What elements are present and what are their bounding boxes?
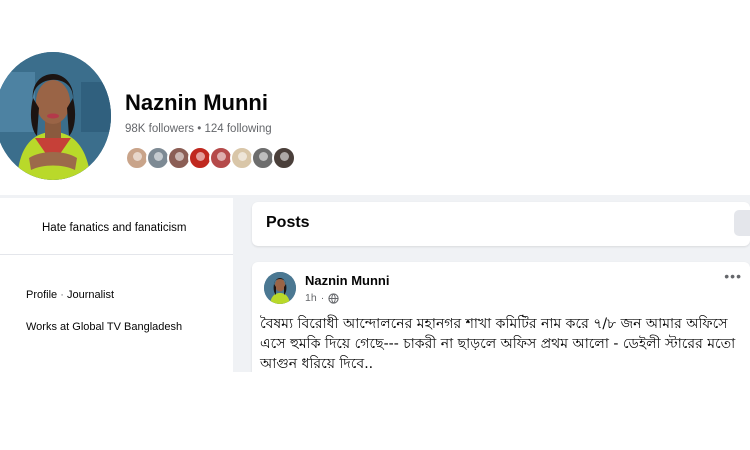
- post-meta: 1h ·: [305, 292, 339, 304]
- followers-count[interactable]: 98K followers: [125, 123, 194, 135]
- post-author-name[interactable]: Naznin Munni: [305, 273, 390, 288]
- work-place-link[interactable]: Global TV Bangladesh: [72, 321, 182, 333]
- post-author-avatar[interactable]: [264, 272, 296, 304]
- post-timestamp[interactable]: 1h: [305, 292, 317, 304]
- follow-stats: 98K followers • 124 following: [125, 123, 272, 135]
- intro-profile-line: Profile · Journalist: [26, 289, 114, 301]
- more-options-icon[interactable]: •••: [724, 268, 742, 284]
- profile-header: [0, 0, 750, 195]
- page-bottom: [0, 372, 750, 450]
- stats-separator: •: [197, 123, 202, 135]
- posts-title: Posts: [266, 214, 310, 231]
- filters-button[interactable]: [734, 210, 750, 236]
- meta-dot: ·: [320, 292, 325, 304]
- profile-name[interactable]: Naznin Munni: [125, 90, 268, 116]
- intro-work-line: Works at Global TV Bangladesh: [26, 321, 182, 333]
- work-prefix: Works at: [26, 321, 73, 333]
- profile-label: Profile: [26, 289, 58, 301]
- avatar-photo: [0, 52, 111, 180]
- friend-avatar[interactable]: [272, 146, 296, 170]
- following-count[interactable]: 124 following: [204, 123, 271, 135]
- post-avatar-photo: [264, 272, 296, 304]
- profile-role: Journalist: [66, 289, 115, 301]
- friend-avatars: [125, 146, 296, 170]
- profile-separator: ·: [57, 289, 67, 301]
- posts-header-card: Posts: [252, 202, 750, 246]
- post-text: বৈষম্য বিরোধী আন্দোলনের মহানগর শাখা কমিট…: [260, 316, 736, 372]
- profile-avatar[interactable]: [0, 52, 111, 180]
- post-card: Naznin Munni 1h · ••• বৈষম্য বিরোধী আন্দ…: [252, 262, 750, 380]
- intro-divider: [0, 254, 233, 255]
- globe-icon: [328, 292, 339, 304]
- intro-bio: Hate fanatics and fanaticism: [42, 222, 187, 234]
